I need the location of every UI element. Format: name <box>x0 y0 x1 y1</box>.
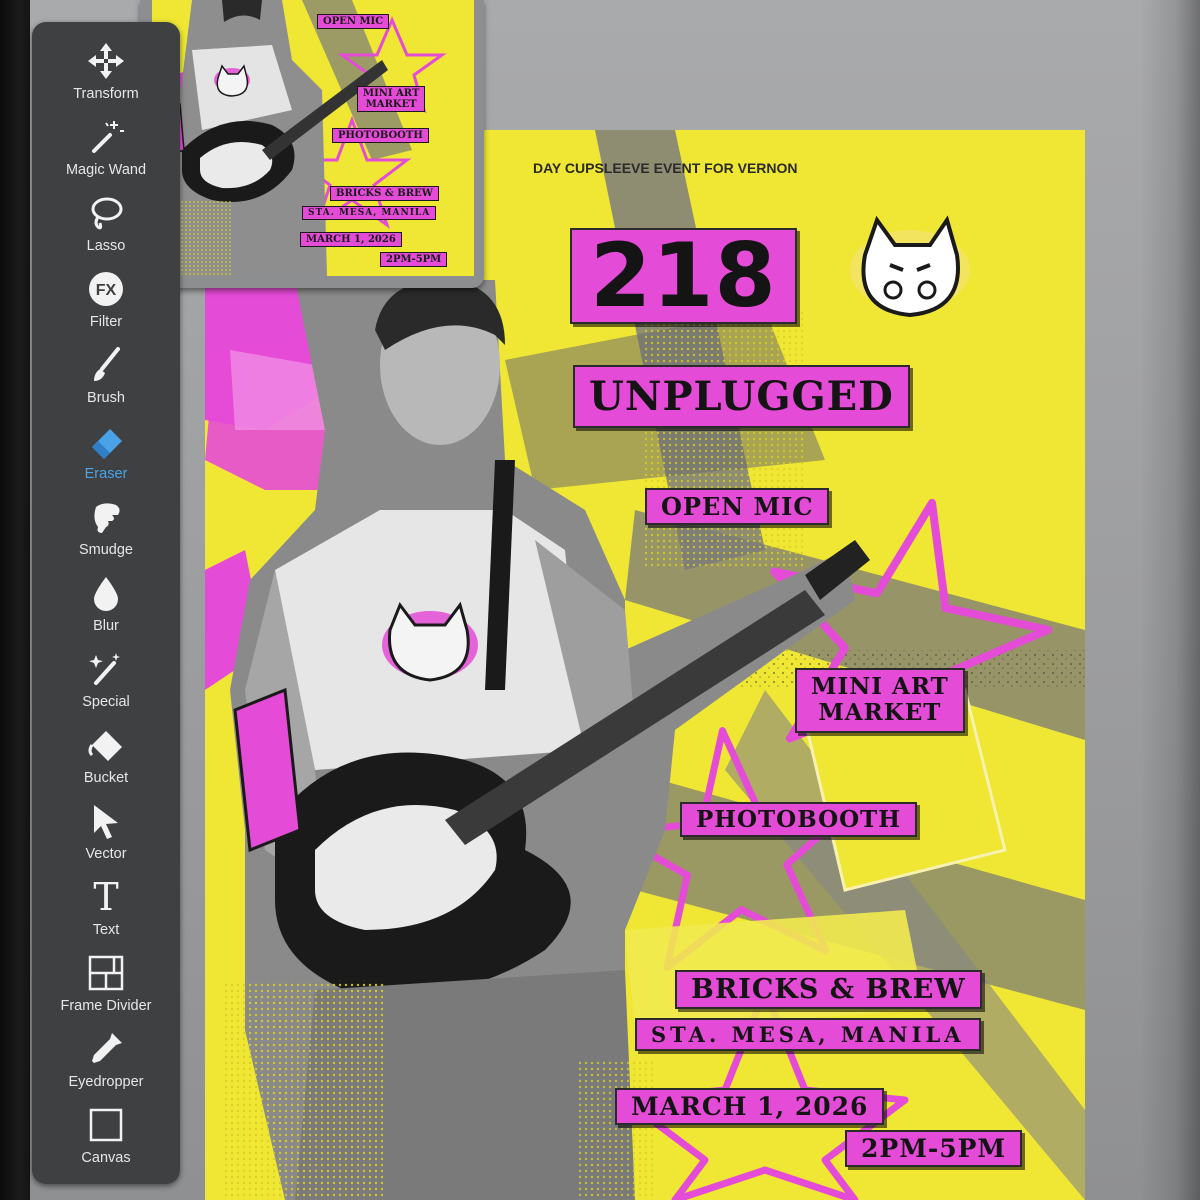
pointer-arrow-icon <box>83 798 129 844</box>
poster-mini-art-line2: MARKET <box>818 699 942 727</box>
thumbnail-poster-preview: OPEN MIC MINI ART MARKET PHOTOBOOTH BRIC… <box>152 0 474 276</box>
thumbnail-venue-label: BRICKS & BREW <box>330 186 439 201</box>
tool-label: Lasso <box>86 238 126 254</box>
poster-mini-art-line1: MINI ART <box>811 673 949 700</box>
text-T-icon: T <box>93 875 119 919</box>
poster-title-word: UNPLUGGED <box>573 365 910 428</box>
tool-label: Special <box>82 694 130 710</box>
thumbnail-mini-art-line2: MARKET <box>365 99 417 110</box>
poster-photobooth-label: PHOTOBOOTH <box>680 802 917 837</box>
tool-label: Frame Divider <box>60 998 152 1014</box>
smudge-finger-icon <box>83 494 129 540</box>
tool-vector[interactable]: Vector <box>32 794 180 870</box>
tool-bucket[interactable]: Bucket <box>32 718 180 794</box>
poster-canvas[interactable]: DAY CUPSLEEVE EVENT FOR VERNON 218 UNPLU… <box>205 130 1085 1200</box>
tool-magic-wand[interactable]: Magic Wand <box>32 110 180 186</box>
thumbnail-photobooth-label: PHOTOBOOTH <box>332 128 429 143</box>
thumbnail-location-label: STA. MESA, MANILA <box>302 206 437 220</box>
poster-mini-art-market-label: MINI ART MARKET <box>795 668 965 733</box>
poster-time-label: 2PM-5PM <box>845 1130 1023 1167</box>
svg-text:FX: FX <box>96 282 117 299</box>
thumbnail-time-label: 2PM-5PM <box>380 252 448 267</box>
tool-label: Text <box>92 922 120 938</box>
poster-open-mic-label: OPEN MIC <box>645 488 830 525</box>
move-arrows-icon <box>83 38 129 84</box>
fx-icon: FX <box>83 266 129 312</box>
tool-canvas[interactable]: Canvas <box>32 1098 180 1174</box>
tool-filter[interactable]: FX Filter <box>32 262 180 338</box>
tool-label: Filter <box>89 314 123 330</box>
tool-label: Magic Wand <box>65 162 147 178</box>
magic-wand-icon <box>83 114 129 160</box>
tool-brush[interactable]: Brush <box>32 338 180 414</box>
tool-label: Smudge <box>78 542 133 558</box>
tool-eyedropper[interactable]: Eyedropper <box>32 1022 180 1098</box>
poster-title-number: 218 <box>570 228 797 324</box>
poster-header-text: DAY CUPSLEEVE EVENT FOR VERNON <box>533 160 798 176</box>
brush-icon <box>83 342 129 388</box>
tool-smudge[interactable]: Smudge <box>32 490 180 566</box>
tool-label: Blur <box>93 618 119 634</box>
droplet-icon <box>83 570 129 616</box>
canvas-square-icon <box>83 1102 129 1148</box>
lasso-icon <box>83 190 129 236</box>
tool-label: Canvas <box>81 1150 131 1166</box>
tool-frame-divider[interactable]: Frame Divider <box>32 946 180 1022</box>
tool-text[interactable]: T Text <box>32 870 180 946</box>
tool-special[interactable]: Special <box>32 642 180 718</box>
tool-label: Transform <box>73 86 139 102</box>
thumbnail-mini-art-line1: MINI ART <box>363 88 420 99</box>
tool-lasso[interactable]: Lasso <box>32 186 180 262</box>
navigator-thumbnail[interactable]: OPEN MIC MINI ART MARKET PHOTOBOOTH BRIC… <box>140 0 484 288</box>
special-wand-icon <box>83 646 129 692</box>
tool-palette: Transform Magic Wand Lasso FX Filter Bru… <box>32 22 180 1184</box>
tool-label: Eyedropper <box>68 1074 144 1090</box>
eraser-icon <box>83 418 129 464</box>
tool-eraser[interactable]: Eraser <box>32 414 180 490</box>
thumbnail-open-mic-label: OPEN MIC <box>317 14 390 29</box>
tool-blur[interactable]: Blur <box>32 566 180 642</box>
tool-label: Brush <box>87 390 125 406</box>
tool-label: Bucket <box>83 770 129 786</box>
bucket-icon <box>83 722 129 768</box>
poster-venue-label: BRICKS & BREW <box>675 970 982 1009</box>
thumbnail-date-label: MARCH 1, 2026 <box>300 232 402 247</box>
eyedropper-icon <box>83 1026 129 1072</box>
thumbnail-mini-art-market-label: MINI ART MARKET <box>357 86 426 112</box>
tool-label: Eraser <box>84 466 128 482</box>
frame-divider-icon <box>83 950 129 996</box>
tool-transform[interactable]: Transform <box>32 34 180 110</box>
poster-date-label: MARCH 1, 2026 <box>615 1088 885 1125</box>
poster-location-label: STA. MESA, MANILA <box>635 1018 981 1051</box>
tool-label: Vector <box>85 846 127 862</box>
